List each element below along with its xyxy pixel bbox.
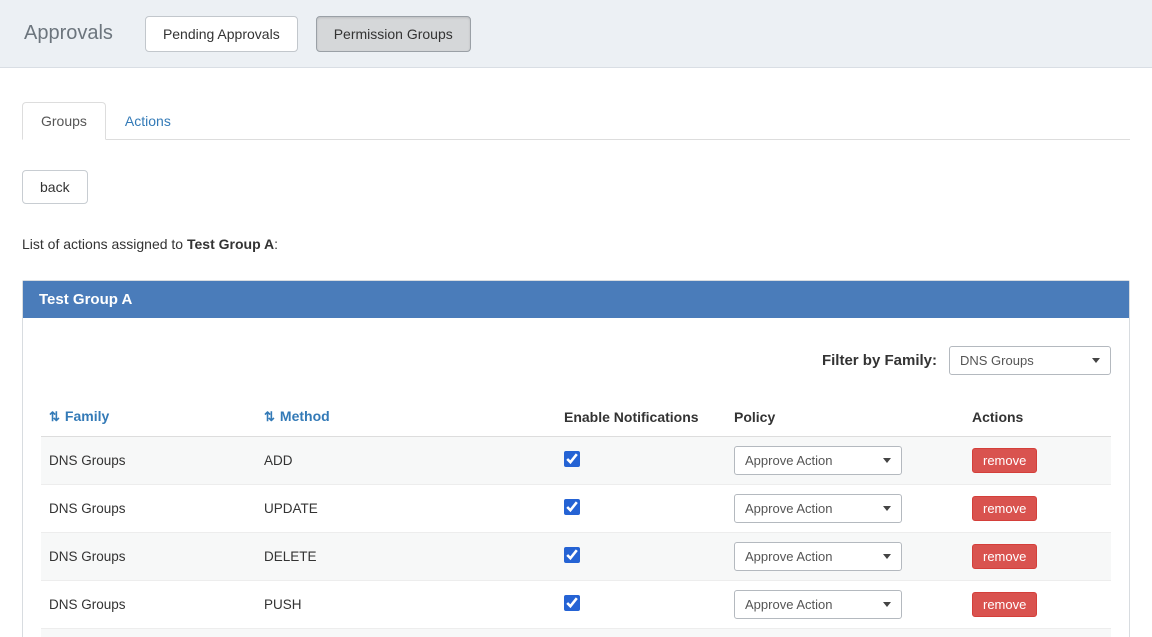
family-cell: DNS Groups xyxy=(49,549,126,564)
method-cell: ADD xyxy=(264,453,293,468)
column-header-family[interactable]: ⇅ Family xyxy=(41,397,256,437)
notifications-cell xyxy=(556,485,726,533)
policy-select[interactable]: Approve Action xyxy=(734,590,902,619)
family-cell: DNS Groups xyxy=(49,597,126,612)
policy-select-value: Approve Action xyxy=(745,501,833,516)
remove-button[interactable]: remove xyxy=(972,544,1038,569)
group-panel: Test Group A Filter by Family: DNS Group… xyxy=(22,280,1130,637)
chevron-down-icon xyxy=(883,458,891,463)
tab-bar: Groups Actions xyxy=(22,102,1130,140)
actions-cell: remove xyxy=(964,533,1111,581)
family-filter-value: DNS Groups xyxy=(960,353,1034,368)
policy-cell: Approve Action xyxy=(726,437,964,485)
tab-groups[interactable]: Groups xyxy=(22,102,106,140)
panel-body: Filter by Family: DNS Groups ⇅ Family ⇅ Me… xyxy=(23,318,1129,637)
chevron-down-icon xyxy=(883,506,891,511)
policy-cell: Approve Action xyxy=(726,533,964,581)
enable-notifications-checkbox[interactable] xyxy=(564,595,580,611)
family-filter-select[interactable]: DNS Groups xyxy=(949,346,1111,375)
policy-cell: Approve Action xyxy=(726,485,964,533)
remove-button[interactable]: remove xyxy=(972,448,1038,473)
policy-select[interactable]: Approve Action xyxy=(734,494,902,523)
sort-icon: ⇅ xyxy=(49,409,60,424)
column-header-notifications: Enable Notifications xyxy=(556,397,726,437)
column-header-policy: Policy xyxy=(726,397,964,437)
remove-button[interactable]: remove xyxy=(972,496,1038,521)
policy-select[interactable]: Approve Action xyxy=(734,542,902,571)
notifications-cell xyxy=(556,581,726,629)
notifications-cell xyxy=(556,437,726,485)
assigned-actions-text: List of actions assigned to Test Group A… xyxy=(22,236,1130,252)
assigned-text-prefix: List of actions assigned to xyxy=(22,236,187,252)
actions-cell: remove xyxy=(964,437,1111,485)
policy-cell: Approve Action xyxy=(726,629,964,637)
pending-approvals-button[interactable]: Pending Approvals xyxy=(144,15,298,52)
actions-cell: remove xyxy=(964,581,1111,629)
method-cell: BULKMOVEZONES xyxy=(256,629,556,637)
actions-table: ⇅ Family ⇅ Method Enable Notifications Pol… xyxy=(41,397,1111,637)
actions-cell: remove xyxy=(964,485,1111,533)
method-cell: DELETE xyxy=(264,549,317,564)
enable-notifications-checkbox[interactable] xyxy=(564,499,580,515)
top-bar: Approvals Pending Approvals Permission G… xyxy=(0,0,1152,68)
back-button[interactable]: back xyxy=(22,170,88,204)
family-cell: DNS Groups xyxy=(41,629,256,637)
assigned-text-suffix: : xyxy=(274,236,279,252)
table-header-row: ⇅ Family ⇅ Method Enable Notifications Pol… xyxy=(41,397,1111,437)
chevron-down-icon xyxy=(883,602,891,607)
tab-actions[interactable]: Actions xyxy=(106,102,190,140)
sort-icon: ⇅ xyxy=(264,409,275,424)
actions-table-body: DNS Groups ADD Approve Action remove DNS Gro… xyxy=(41,436,1111,637)
chevron-down-icon xyxy=(1092,358,1100,363)
policy-select[interactable]: Approve Action xyxy=(734,446,902,475)
chevron-down-icon xyxy=(883,554,891,559)
panel-title: Test Group A xyxy=(23,281,1129,318)
column-header-actions: Actions xyxy=(964,397,1111,437)
table-row: DNS Groups ADD Approve Action remove xyxy=(41,436,1111,485)
policy-select-value: Approve Action xyxy=(745,453,833,468)
page-title: Approvals xyxy=(24,22,113,44)
table-row: DNS Groups PUSH Approve Action remove xyxy=(41,580,1111,629)
table-row: DNS GroupsBULKMOVEZONES Approve Actionrem… xyxy=(41,628,1111,637)
policy-select-value: Approve Action xyxy=(745,597,833,612)
enable-notifications-checkbox[interactable] xyxy=(564,451,580,467)
family-cell: DNS Groups xyxy=(49,501,126,516)
actions-cell: remove xyxy=(964,629,1111,637)
filter-by-family-label: Filter by Family: xyxy=(821,352,937,369)
method-header-label: Method xyxy=(279,408,330,424)
column-header-method[interactable]: ⇅ Method xyxy=(256,397,556,437)
family-header-label: Family xyxy=(64,408,110,424)
enable-notifications-checkbox[interactable] xyxy=(564,547,580,563)
table-row: DNS Groups UPDATE Approve Action remove xyxy=(41,484,1111,533)
permission-groups-button[interactable]: Permission Groups xyxy=(315,15,471,52)
main-content: Groups Actions back List of actions assi… xyxy=(0,102,1152,637)
method-cell: UPDATE xyxy=(264,501,318,516)
family-cell: DNS Groups xyxy=(49,453,126,468)
notifications-cell xyxy=(556,533,726,581)
policy-cell: Approve Action xyxy=(726,581,964,629)
notifications-cell xyxy=(556,629,726,637)
policy-select-value: Approve Action xyxy=(745,549,833,564)
remove-button[interactable]: remove xyxy=(972,592,1038,617)
table-row: DNS Groups DELETE Approve Action remove xyxy=(41,532,1111,581)
assigned-group-name: Test Group A xyxy=(187,236,275,252)
filter-row: Filter by Family: DNS Groups xyxy=(41,346,1111,375)
method-cell: PUSH xyxy=(264,597,302,612)
